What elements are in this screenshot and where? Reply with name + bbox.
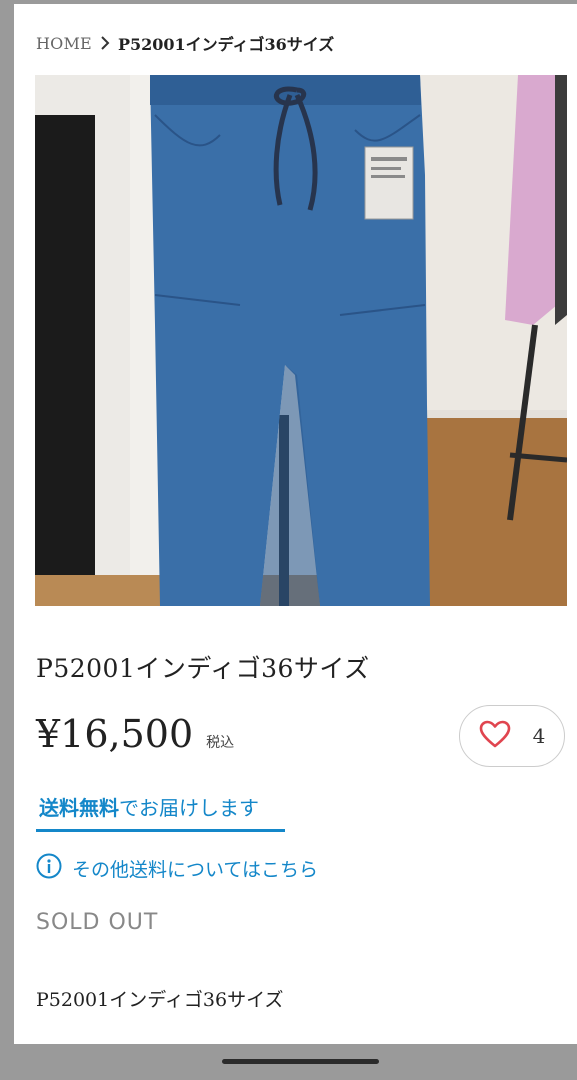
free-shipping-label: 送料無料でお届けします <box>36 792 285 832</box>
breadcrumb-home-link[interactable]: HOME <box>36 34 92 53</box>
breadcrumb-current: P52001インディゴ36サイズ <box>117 35 335 54</box>
like-count: 4 <box>532 724 546 748</box>
price-row: ¥16,500 税込 <box>36 712 234 756</box>
shipping-info-text[interactable]: その他送料についてはこちら <box>72 855 318 882</box>
breadcrumb: HOME P52001インディゴ36サイズ <box>36 31 334 55</box>
tax-label: 税込 <box>206 735 235 751</box>
product-title: P52001インディゴ36サイズ <box>36 654 370 683</box>
product-page: HOME P52001インディゴ36サイズ P52001インディゴ36サイズ ¥… <box>14 4 577 1044</box>
home-indicator[interactable] <box>222 1059 379 1064</box>
free-shipping-rest: でお届けします <box>119 796 259 820</box>
price: ¥16,500 <box>36 712 194 756</box>
info-circle-icon <box>36 853 62 884</box>
heart-icon <box>479 720 511 752</box>
free-shipping-highlight: 送料無料 <box>39 796 119 820</box>
shipping-info-link[interactable]: その他送料についてはこちら <box>36 853 318 884</box>
sold-out-status: SOLD OUT <box>36 910 159 935</box>
chevron-right-icon <box>100 36 110 50</box>
like-button[interactable]: 4 <box>459 705 565 767</box>
product-image[interactable] <box>35 75 567 606</box>
product-description: P52001インディゴ36サイズ <box>36 989 284 1011</box>
